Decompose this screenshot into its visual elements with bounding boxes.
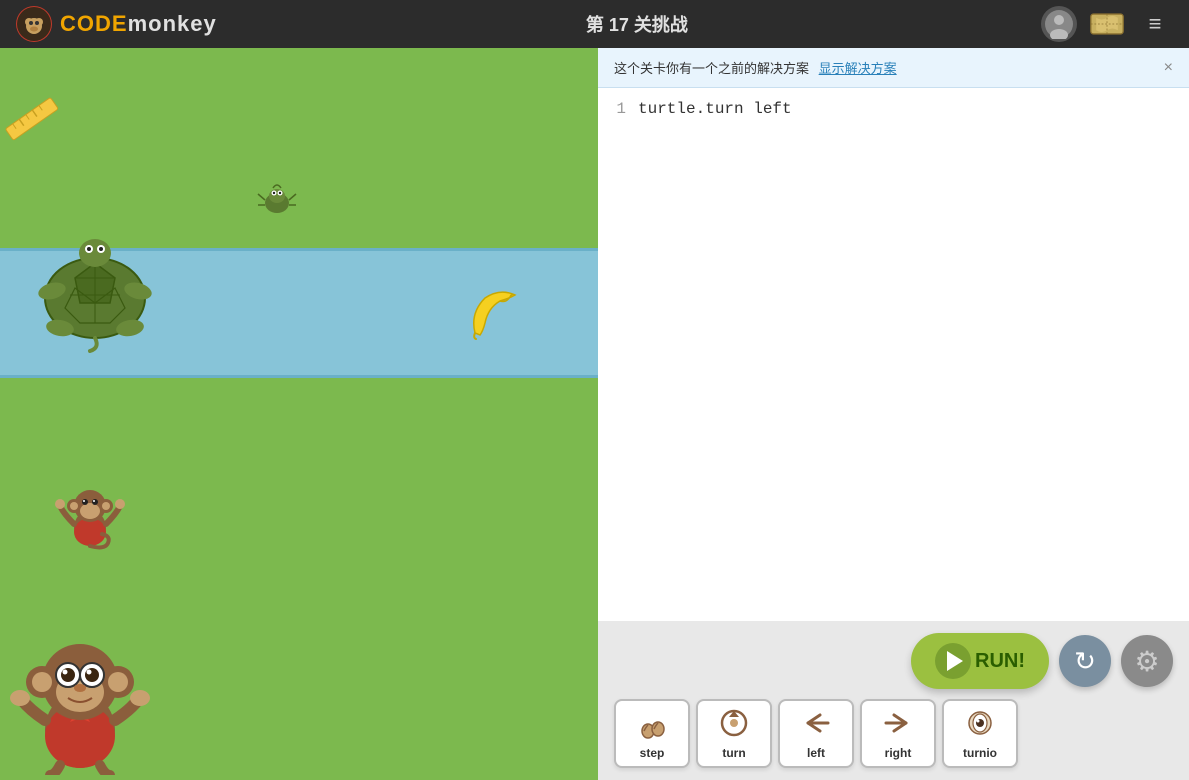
code-blocks-toolbar: step turn l xyxy=(614,699,1173,768)
logo-text: CODEmonkey xyxy=(60,11,217,37)
logo-monkey[interactable] xyxy=(16,6,52,42)
code-block-turn[interactable]: turn xyxy=(696,699,772,768)
run-play-icon xyxy=(935,643,971,679)
menu-icon[interactable]: ≡ xyxy=(1137,6,1173,42)
step-icon xyxy=(636,707,668,744)
notification-close[interactable]: × xyxy=(1164,59,1173,77)
code-editor[interactable]: 1 turtle.turn left xyxy=(598,88,1189,621)
settings-icon: ⚙ xyxy=(1134,645,1159,678)
code-line-1: 1 turtle.turn left xyxy=(598,98,1189,120)
header: CODEmonkey 第 17 关挑战 ≡ xyxy=(0,0,1189,48)
code-block-step[interactable]: step xyxy=(614,699,690,768)
map-icon[interactable] xyxy=(1089,6,1125,42)
turtle xyxy=(30,233,160,358)
bottom-controls: RUN! ↻ ⚙ step xyxy=(598,621,1189,780)
game-area xyxy=(0,48,598,780)
right-icon xyxy=(882,707,914,744)
run-area: RUN! ↻ ⚙ xyxy=(614,633,1173,689)
bug xyxy=(255,178,300,228)
turnio-icon xyxy=(964,707,996,744)
header-right: ≡ xyxy=(1041,6,1189,42)
ruler xyxy=(0,88,65,158)
code-content-1[interactable]: turtle.turn left xyxy=(638,100,792,118)
monkey-main xyxy=(0,610,165,780)
code-block-turnio[interactable]: turnio xyxy=(942,699,1018,768)
step-label: step xyxy=(640,746,665,760)
notification-link[interactable]: 显示解决方案 xyxy=(819,61,897,76)
run-label: RUN! xyxy=(975,650,1025,673)
left-label: left xyxy=(807,746,825,760)
code-panel: 这个关卡你有一个之前的解决方案 显示解决方案 × 1 turtle.turn l… xyxy=(598,48,1189,780)
game-background xyxy=(0,48,598,780)
left-icon xyxy=(800,707,832,744)
notification-bar: 这个关卡你有一个之前的解决方案 显示解决方案 × xyxy=(598,48,1189,88)
right-label: right xyxy=(885,746,912,760)
turnio-label: turnio xyxy=(963,746,997,760)
notification-message: 这个关卡你有一个之前的解决方案 xyxy=(614,61,809,76)
code-block-left[interactable]: left xyxy=(778,699,854,768)
notification-text: 这个关卡你有一个之前的解决方案 显示解决方案 xyxy=(614,58,1154,77)
settings-button[interactable]: ⚙ xyxy=(1121,635,1173,687)
reset-button[interactable]: ↻ xyxy=(1059,635,1111,687)
play-triangle xyxy=(947,651,963,671)
monkey-small xyxy=(50,478,130,563)
logo-area: CODEmonkey xyxy=(0,6,233,42)
reset-icon: ↻ xyxy=(1074,646,1096,677)
turn-label: turn xyxy=(722,746,745,760)
header-challenge-title: 第 17 关挑战 xyxy=(233,11,1041,37)
run-button[interactable]: RUN! xyxy=(911,633,1049,689)
line-number-1: 1 xyxy=(598,100,638,118)
profile-icon[interactable] xyxy=(1041,6,1077,42)
turn-icon xyxy=(718,707,750,744)
code-block-right[interactable]: right xyxy=(860,699,936,768)
banana xyxy=(460,283,525,353)
